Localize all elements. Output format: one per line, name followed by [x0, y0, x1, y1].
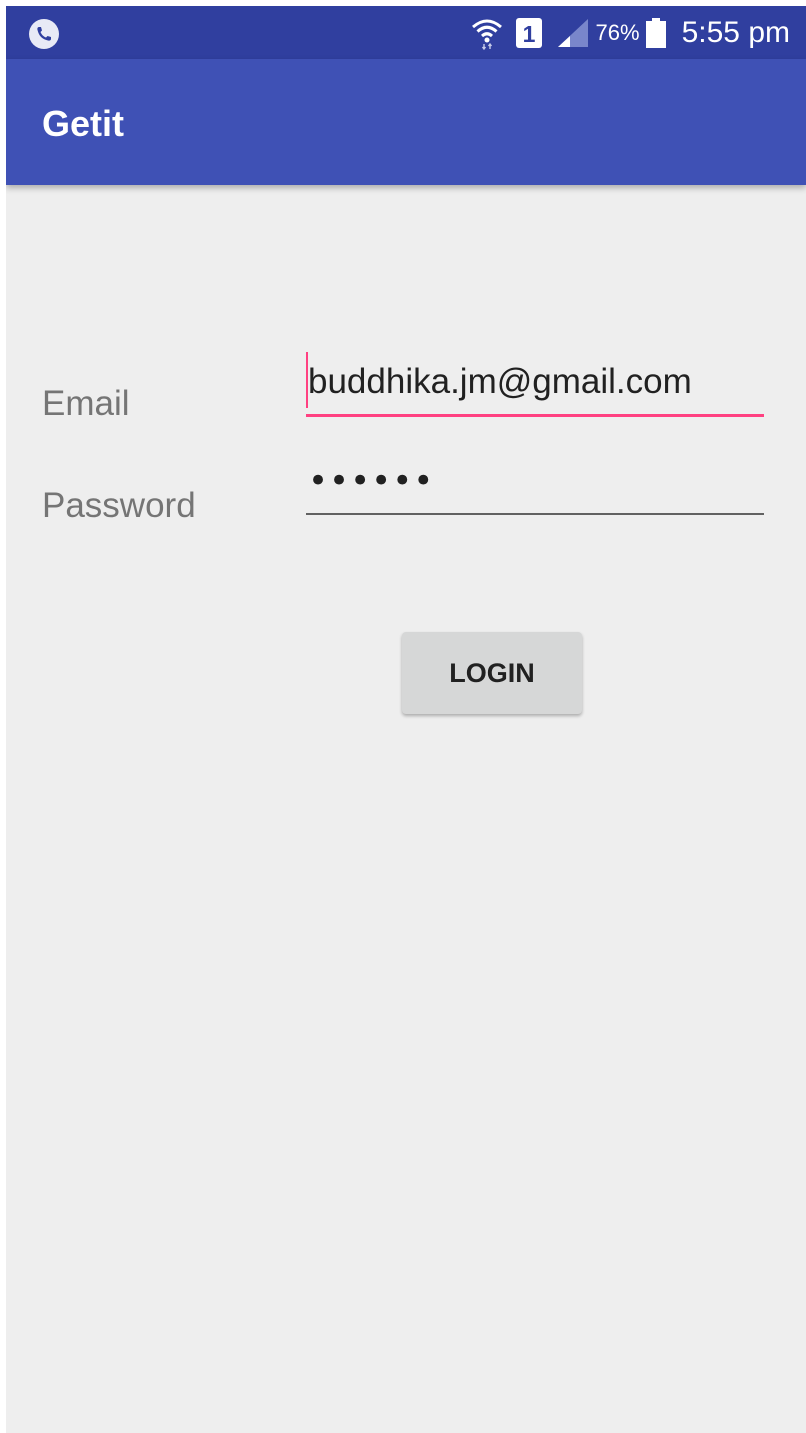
login-button-label: LOGIN: [449, 657, 535, 688]
battery-icon: [645, 17, 666, 48]
login-button[interactable]: LOGIN: [402, 632, 582, 714]
email-value: buddhika.jm@gmail.com: [308, 362, 692, 401]
status-icons: 1 76% 5:55 pm: [470, 6, 790, 59]
password-field[interactable]: ••••••: [306, 461, 764, 515]
battery-percent: 76%: [595, 19, 640, 45]
password-label: Password: [42, 486, 196, 525]
wifi-icon: [471, 19, 502, 50]
app-title: Getit: [42, 103, 125, 144]
sim-card-icon: 1: [515, 17, 542, 48]
signal-icon: [557, 18, 588, 47]
email-label: Email: [42, 384, 130, 423]
status-time: 5:55 pm: [681, 15, 790, 49]
app-bar: Getit: [6, 59, 806, 185]
status-bar: 1 76% 5:55 pm: [6, 6, 806, 59]
phone-call-icon: [29, 19, 59, 49]
sim-number: 1: [522, 21, 535, 47]
login-screen: 1 76% 5:55 pm Getit Email buddhika.jm@gm…: [6, 6, 806, 1433]
password-value: ••••••: [308, 461, 435, 501]
email-field[interactable]: buddhika.jm@gmail.com: [306, 352, 764, 417]
